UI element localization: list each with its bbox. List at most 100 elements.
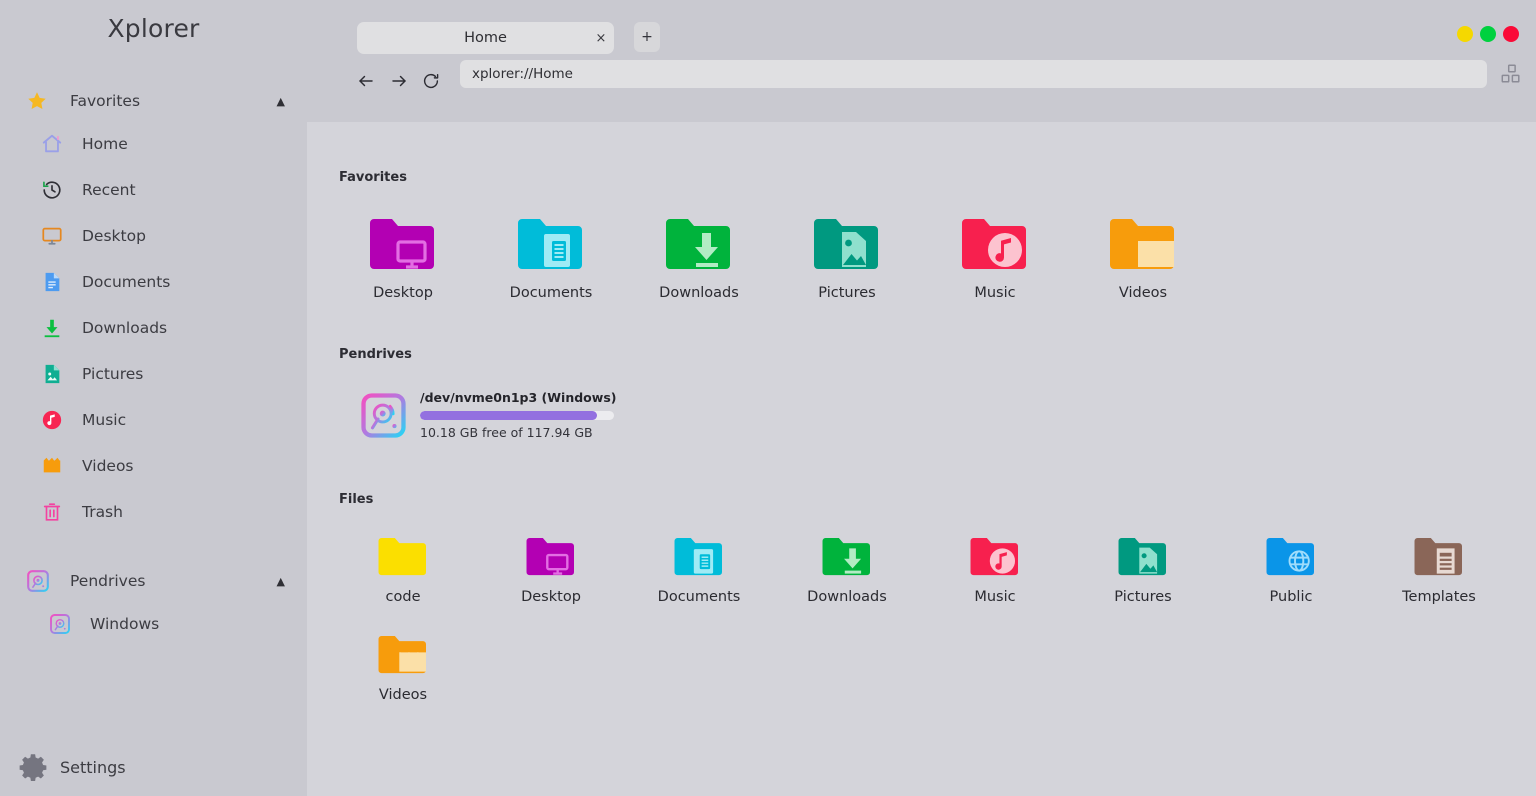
folder-music-icon (967, 535, 1023, 581)
folder-item-desktop[interactable]: Desktop (329, 209, 477, 301)
folder-item-documents-files[interactable]: Documents (625, 529, 773, 605)
xplorer-window: Xplorer Favorites ▲ Home Recent Desktop … (0, 0, 1536, 796)
sidebar-item-pictures[interactable]: Pictures (0, 351, 307, 397)
folder-videos-icon (1108, 215, 1178, 277)
sidebar: Xplorer Favorites ▲ Home Recent Desktop … (0, 0, 307, 796)
chevron-up-icon-pendrives[interactable]: ▲ (277, 575, 285, 588)
close-window-button[interactable] (1503, 26, 1519, 42)
sidebar-item-downloads-label: Downloads (82, 319, 168, 337)
minimize-button[interactable] (1457, 26, 1473, 42)
content-area: Favorites Desktop Documents Downloads Pi… (307, 122, 1536, 796)
home-icon (36, 133, 68, 155)
sidebar-item-windows-label: Windows (90, 615, 160, 633)
tab-bar: Home × + (307, 0, 1536, 60)
folder-item-downloads-files-label: Downloads (807, 589, 887, 605)
sidebar-item-music[interactable]: Music (0, 397, 307, 443)
folder-item-videos-label: Videos (1118, 285, 1168, 301)
drive-name: /dev/nvme0n1p3 (Windows) (420, 390, 617, 405)
folder-item-videos[interactable]: Videos (1069, 209, 1217, 301)
drive-item-windows[interactable]: /dev/nvme0n1p3 (Windows) 10.18 GB free o… (360, 390, 1536, 440)
folder-item-videos-files[interactable]: Videos (329, 627, 477, 703)
folder-item-templates-label: Templates (1402, 589, 1476, 605)
folder-downloads-icon (664, 215, 734, 277)
folder-videos-icon (375, 633, 431, 679)
folder-item-music-files[interactable]: Music (921, 529, 1069, 605)
sidebar-item-videos-label: Videos (82, 457, 134, 475)
sidebar-item-desktop-label: Desktop (82, 227, 146, 245)
sidebar-item-videos[interactable]: Videos (0, 443, 307, 489)
sidebar-group-favorites[interactable]: Favorites ▲ (0, 81, 307, 121)
files-grid: code Desktop Documents Downloads Music P… (329, 529, 1536, 703)
sidebar-item-desktop[interactable]: Desktop (0, 213, 307, 259)
section-pendrives: Pendrives /dev/nvme0n1p3 (Windows) 10.18… (307, 347, 1536, 440)
document-icon (36, 271, 68, 293)
sidebar-item-home[interactable]: Home (0, 121, 307, 167)
folder-item-desktop-files-label: Desktop (521, 589, 581, 605)
sidebar-item-recent[interactable]: Recent (0, 167, 307, 213)
folder-item-videos-files-label: Videos (378, 687, 428, 703)
image-file-icon (36, 363, 68, 385)
folder-item-desktop-files[interactable]: Desktop (477, 529, 625, 605)
folder-item-pictures-files-label: Pictures (1114, 589, 1172, 605)
folder-item-documents-label: Documents (509, 285, 593, 301)
folder-item-pictures[interactable]: Pictures (773, 209, 921, 301)
folder-item-public-label: Public (1269, 589, 1313, 605)
drive-usage-bar (420, 411, 614, 420)
folder-item-code[interactable]: code (329, 529, 477, 605)
folder-item-downloads-label: Downloads (659, 285, 739, 301)
folder-music-icon (960, 215, 1030, 277)
trash-icon (36, 501, 68, 523)
layout-grid-icon[interactable] (1500, 63, 1522, 85)
sidebar-item-documents-label: Documents (82, 273, 171, 291)
monitor-icon (36, 225, 68, 247)
star-icon (26, 90, 60, 112)
folder-pictures-icon (812, 215, 882, 277)
sidebar-item-documents[interactable]: Documents (0, 259, 307, 305)
favorites-grid: Desktop Documents Downloads Pictures Mus… (329, 209, 1536, 301)
folder-item-music[interactable]: Music (921, 209, 1069, 301)
chevron-up-icon[interactable]: ▲ (277, 95, 285, 108)
folder-item-downloads[interactable]: Downloads (625, 209, 773, 301)
folder-pictures-icon (1115, 535, 1171, 581)
sidebar-item-settings-label: Settings (60, 757, 126, 777)
sidebar-item-downloads[interactable]: Downloads (0, 305, 307, 351)
tab-close-icon[interactable]: × (588, 31, 614, 46)
sidebar-item-settings[interactable]: Settings (0, 752, 126, 782)
section-files-title: Files (339, 492, 374, 507)
sidebar-item-trash[interactable]: Trash (0, 489, 307, 535)
folder-item-music-label: Music (974, 285, 1016, 301)
section-files: Files code Desktop Documents Downloads M… (307, 492, 1536, 703)
sidebar-item-recent-label: Recent (82, 181, 136, 199)
section-pendrives-title: Pendrives (339, 347, 412, 362)
sidebar-item-pictures-label: Pictures (82, 365, 144, 383)
folder-item-downloads-files[interactable]: Downloads (773, 529, 921, 605)
folder-desktop-icon (368, 215, 438, 277)
folder-item-pictures-label: Pictures (818, 285, 876, 301)
download-icon (36, 317, 68, 339)
folder-documents-icon (671, 535, 727, 581)
folder-item-documents[interactable]: Documents (477, 209, 625, 301)
window-controls (1457, 26, 1519, 42)
sidebar-group-pendrives[interactable]: Pendrives ▲ (0, 561, 307, 601)
back-button[interactable] (353, 68, 379, 94)
folder-item-templates[interactable]: Templates (1365, 529, 1513, 605)
disk-icon (44, 613, 76, 635)
folder-item-music-files-label: Music (974, 589, 1016, 605)
folder-item-code-label: code (385, 589, 421, 605)
folder-item-pictures-files[interactable]: Pictures (1069, 529, 1217, 605)
sidebar-nav: Favorites ▲ Home Recent Desktop Document… (0, 81, 307, 647)
history-icon (36, 179, 68, 201)
address-bar-row: xplorer://Home (307, 60, 1536, 122)
new-tab-button[interactable]: + (634, 22, 660, 52)
sidebar-item-home-label: Home (82, 135, 128, 153)
maximize-button[interactable] (1480, 26, 1496, 42)
address-input[interactable]: xplorer://Home (460, 60, 1487, 88)
sidebar-item-windows[interactable]: Windows (0, 601, 307, 647)
folder-item-public[interactable]: Public (1217, 529, 1365, 605)
folder-item-desktop-label: Desktop (373, 285, 433, 301)
sidebar-group-pendrives-label: Pendrives (70, 572, 146, 590)
forward-button[interactable] (386, 68, 412, 94)
tab-home[interactable]: Home × (357, 22, 614, 54)
reload-button[interactable] (418, 68, 444, 94)
folder-item-documents-files-label: Documents (657, 589, 741, 605)
